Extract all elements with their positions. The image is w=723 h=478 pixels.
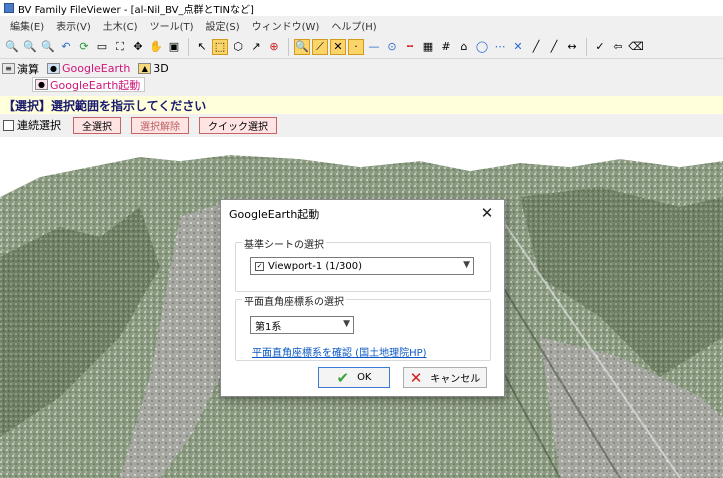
tab-googleearth-launch-label: GoogleEarth起動 [50, 78, 141, 92]
diagonal-cross-icon[interactable]: ✕ [510, 39, 526, 55]
calc-icon: ≡ [2, 63, 15, 74]
pointer-icon[interactable]: ↖ [194, 39, 210, 55]
window-icon[interactable]: ▣ [166, 39, 182, 55]
select-all-button[interactable]: 全選択 [73, 116, 121, 134]
cancel-button[interactable]: ✕ キャンセル [403, 367, 487, 388]
app-icon [4, 3, 14, 13]
googleearth-launch-dialog: GoogleEarth起動 ✕ 基準シートの選択 ✓ Viewport-1 (1… [220, 199, 505, 397]
coordinate-group: 平面直角座標系の選択 第1系 ▼ 平面直角座標系を確認 (国土地理院HP) [235, 293, 491, 361]
coordinate-select[interactable]: 第1系 ▼ [250, 316, 354, 334]
tab-googleearth[interactable]: ● GoogleEarth [47, 62, 130, 75]
tab-calc-label: 演算 [17, 62, 39, 76]
check-icon: ✔ [336, 368, 350, 387]
slash2-icon[interactable]: ╱ [546, 39, 562, 55]
tower-icon[interactable]: ⌂ [456, 39, 472, 55]
globe-icon: ● [47, 63, 60, 74]
cube-icon: ▲ [138, 63, 152, 74]
pan-icon[interactable]: ✥ [130, 39, 146, 55]
viewport-select[interactable]: ✓ Viewport-1 (1/300) ▼ [250, 257, 474, 275]
coordinate-group-label: 平面直角座標系の選択 [242, 293, 346, 308]
launch-icon: ● [35, 79, 48, 90]
tab-googleearth-label: GoogleEarth [62, 62, 131, 75]
viewport-checkbox-icon: ✓ [255, 261, 264, 271]
toolbar-separator [188, 37, 190, 56]
zoom-out-icon[interactable]: 🔍 [40, 39, 56, 55]
circle-point-icon[interactable]: ⊙ [384, 39, 400, 55]
menu-help[interactable]: ヘルプ(H) [331, 18, 376, 33]
select-rect-icon[interactable]: ⬚ [212, 38, 228, 55]
title-bar: BV Family FileViewer - [al-Nil_BV_点群とTIN… [0, 0, 723, 16]
instruction-bar: 【選択】選択範囲を指示してください [0, 96, 723, 114]
hand-icon[interactable]: ✋ [148, 39, 164, 55]
sheet-group: 基準シートの選択 ✓ Viewport-1 (1/300) ▼ [235, 236, 491, 292]
undo-icon[interactable]: ↶ [58, 39, 74, 55]
viewport-select-value: Viewport-1 (1/300) [268, 260, 362, 272]
tab-googleearth-launch[interactable]: ● GoogleEarth起動 [32, 77, 146, 92]
grid-icon[interactable]: # [438, 39, 454, 55]
continuous-select-checkbox[interactable] [3, 119, 14, 131]
refresh-icon[interactable]: ⟳ [76, 39, 92, 55]
line-icon[interactable]: — [366, 39, 382, 55]
toolbar-separator [288, 37, 290, 56]
toolbar-separator [586, 37, 588, 56]
back-icon[interactable]: ⇦ [610, 39, 626, 55]
sheet-group-label: 基準シートの選択 [242, 236, 326, 251]
search-snap-icon[interactable]: 🔍 [294, 38, 310, 55]
page-icon[interactable]: ▭ [94, 39, 110, 55]
close-icon: ✕ [409, 368, 423, 387]
grid-rect-icon[interactable]: ▦ [420, 39, 436, 55]
close-icon[interactable]: ✕ [478, 204, 496, 222]
slash-icon[interactable]: ╱ [528, 39, 544, 55]
tab-3d[interactable]: ▲ 3D [138, 62, 169, 75]
tab-calc[interactable]: ≡ 演算 [2, 61, 39, 77]
arrows-icon[interactable]: ↔ [564, 39, 580, 55]
cross-snap-icon[interactable]: ✕ [330, 38, 346, 55]
gsi-link[interactable]: 平面直角座標系を確認 (国土地理院HP) [252, 344, 427, 359]
eraser-icon[interactable]: ⌫ [628, 39, 644, 55]
menu-settings[interactable]: 設定(S) [206, 18, 240, 33]
select-polygon-icon[interactable]: ⬡ [230, 39, 246, 55]
ok-button[interactable]: ✔ OK [318, 367, 390, 388]
point-snap-icon[interactable]: · [348, 38, 364, 55]
toolbar: 🔍 🔍 🔍 ↶ ⟳ ▭ ⛶ ✥ ✋ ▣ ↖ ⬚ ⬡ ↗ ⊕ 🔍 ⟋ ✕ · — … [0, 35, 723, 59]
chevron-down-icon: ▼ [343, 319, 350, 329]
dotted-line-icon[interactable]: ⋯ [492, 39, 508, 55]
ok-label: OK [357, 372, 372, 383]
selection-bar: 連続選択 全選択 選択解除 クイック選択 [0, 114, 723, 136]
chevron-down-icon: ▼ [463, 260, 470, 270]
menu-bar: 編集(E) 表示(V) 土木(C) ツール(T) 設定(S) ウィンドウ(W) … [0, 16, 723, 35]
dialog-title: GoogleEarth起動 [229, 208, 320, 221]
window-title: BV Family FileViewer - [al-Nil_BV_点群とTIN… [18, 4, 254, 16]
menu-edit[interactable]: 編集(E) [10, 18, 44, 33]
menu-tools[interactable]: ツール(T) [150, 18, 194, 33]
cancel-label: キャンセル [430, 374, 481, 385]
sub-toolbar: ≡ 演算 ● GoogleEarth ▲ 3D [0, 60, 723, 77]
quick-select-button[interactable]: クイック選択 [199, 116, 277, 134]
fit-icon[interactable]: ⛶ [112, 39, 128, 55]
check-icon[interactable]: ✓ [592, 39, 608, 55]
dash-line-icon[interactable]: ╍ [402, 39, 418, 55]
continuous-select-label: 連続選択 [17, 119, 61, 132]
tab-3d-label: 3D [153, 62, 169, 75]
circle-icon[interactable]: ◯ [474, 39, 490, 55]
menu-view[interactable]: 表示(V) [56, 18, 91, 33]
coordinate-select-value: 第1系 [255, 321, 282, 333]
zoom-in-icon[interactable]: 🔍 [22, 39, 38, 55]
line-snap-icon[interactable]: ⟋ [312, 38, 328, 55]
target-icon[interactable]: ⊕ [266, 39, 282, 55]
menu-civil[interactable]: 土木(C) [103, 18, 138, 33]
deselect-button[interactable]: 選択解除 [131, 116, 189, 134]
select-free-icon[interactable]: ↗ [248, 39, 264, 55]
zoom-icon[interactable]: 🔍 [4, 39, 20, 55]
menu-window[interactable]: ウィンドウ(W) [252, 18, 320, 33]
